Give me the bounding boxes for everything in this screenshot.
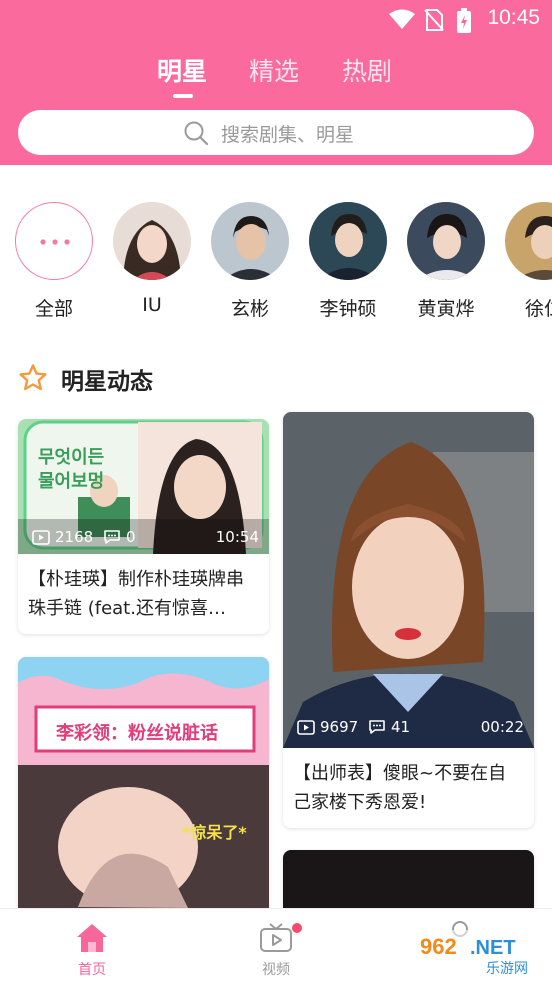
- watermark-logo: 962 .NET 乐游网: [412, 930, 552, 978]
- play-count-icon: [297, 720, 315, 735]
- top-header: 10:45 明星 精选 热剧 搜索剧集、明星: [0, 0, 552, 165]
- avatar: [113, 202, 191, 280]
- tab-hot-dramas[interactable]: 热剧: [342, 52, 392, 88]
- avatar: [211, 202, 289, 280]
- active-tab-indicator: [173, 94, 193, 98]
- home-icon: [77, 924, 107, 952]
- tab-stars[interactable]: 明星: [157, 52, 207, 88]
- comment-icon: [104, 530, 120, 544]
- thumbnail-text: 물어보멍: [38, 471, 105, 492]
- banner-text: 李彩领：粉丝说脏话: [56, 723, 218, 744]
- video-duration: 00:22: [480, 718, 524, 736]
- status-time: 10:45: [487, 6, 540, 29]
- tv-play-icon: [260, 923, 292, 952]
- nav-video[interactable]: 视频: [226, 909, 326, 981]
- video-card[interactable]: 李彩领：粉丝说脏话 *惊呆了*: [18, 657, 269, 908]
- notification-dot: [292, 923, 302, 933]
- video-duration: 10:54: [215, 528, 259, 546]
- star-item-lee-jong-suk[interactable]: 李钟硕: [309, 202, 387, 322]
- avatar: [309, 202, 387, 280]
- play-count-icon: [32, 530, 50, 545]
- video-thumbnail: 李彩领：粉丝说脏话 *惊呆了*: [18, 657, 269, 908]
- video-thumbnail: [283, 850, 534, 908]
- wifi-icon: [389, 9, 415, 29]
- comment-icon: [369, 720, 385, 734]
- video-card[interactable]: 9697 41 00:22 【出师表】傻眼~不要在自己家楼下秀恩爱!: [283, 412, 534, 828]
- star-item-hwang-in-yeop[interactable]: 黄寅烨: [407, 202, 485, 322]
- nav-video-label: 视频: [262, 962, 290, 978]
- video-title: 【出师表】傻眼~不要在自己家楼下秀恩爱!: [293, 763, 507, 813]
- star-list: 全部 IU 玄彬 李钟硕 黄寅烨 徐仁: [0, 165, 552, 325]
- star-icon: [19, 364, 47, 391]
- avatar: [407, 202, 485, 280]
- view-count: 9697: [320, 718, 359, 736]
- avatar: [505, 202, 552, 280]
- svg-text:乐游网: 乐游网: [486, 961, 528, 977]
- search-placeholder: 搜索剧集、明星: [221, 124, 355, 146]
- comment-count: 0: [126, 528, 136, 546]
- star-item-all[interactable]: 全部: [15, 202, 93, 322]
- battery-charging-icon: [457, 8, 471, 33]
- svg-text:.NET: .NET: [470, 937, 516, 959]
- video-thumbnail: [283, 412, 534, 748]
- view-count: 2168: [55, 528, 94, 546]
- category-tabs: 明星 精选 热剧: [0, 52, 552, 92]
- star-name: 徐仁: [524, 298, 552, 320]
- nav-home-label: 首页: [78, 962, 106, 978]
- section-title: 明星动态: [61, 369, 153, 395]
- star-item-hyun-bin[interactable]: 玄彬: [211, 202, 289, 322]
- thumbnail-caption: *惊呆了*: [182, 823, 247, 842]
- video-title: 【朴珪瑛】制作朴珪瑛牌串珠手链 (feat.还有惊喜…: [28, 569, 244, 619]
- video-card[interactable]: [283, 850, 534, 908]
- more-button[interactable]: [15, 202, 93, 280]
- comment-count: 41: [391, 718, 411, 736]
- star-item-partial[interactable]: 徐仁: [505, 202, 552, 322]
- video-meta: 9697 41 00:22: [283, 710, 534, 744]
- nav-home[interactable]: 首页: [42, 909, 142, 981]
- svg-text:962: 962: [420, 934, 457, 959]
- search-input[interactable]: 搜索剧集、明星: [18, 110, 534, 155]
- video-card[interactable]: 무엇이든 물어보멍 2168 0 10:54 【朴珪瑛】制作朴珪瑛牌串珠手链 (…: [18, 419, 269, 634]
- status-bar: 10:45: [0, 0, 552, 38]
- star-item-iu[interactable]: IU: [113, 202, 191, 322]
- search-icon: [184, 121, 209, 146]
- more-dots-icon: [40, 239, 70, 245]
- thumbnail-text: 무엇이든: [38, 447, 105, 468]
- tab-featured[interactable]: 精选: [249, 52, 299, 88]
- no-sim-icon: [424, 9, 444, 31]
- video-meta: 2168 0 10:54: [18, 520, 269, 554]
